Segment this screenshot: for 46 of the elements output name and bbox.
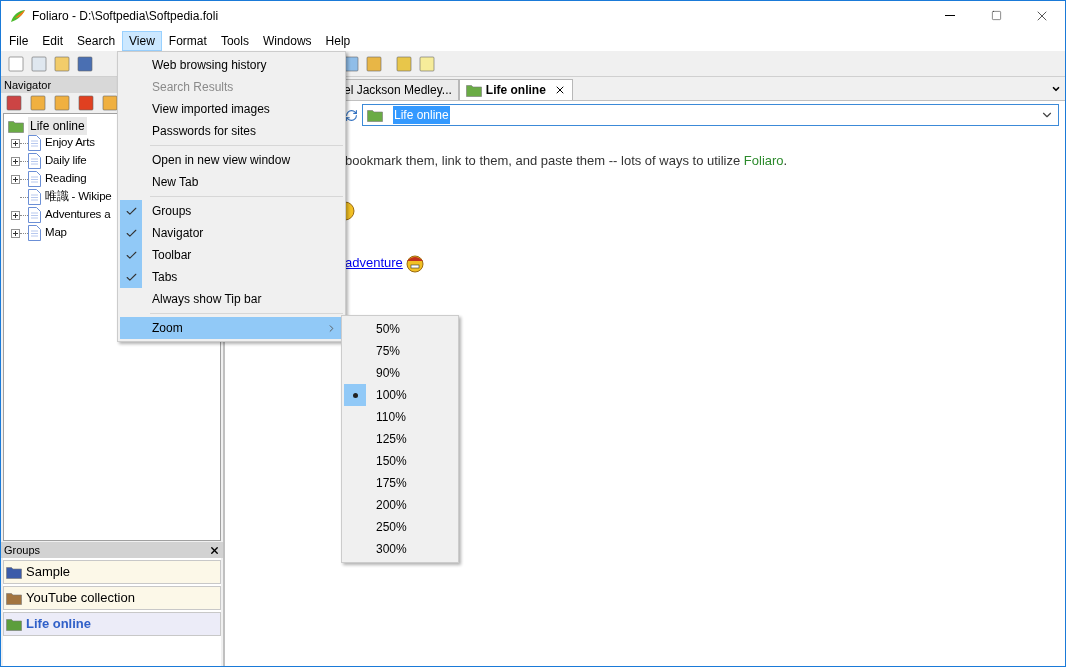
menu-item[interactable]: 150% [344, 450, 456, 472]
group-item[interactable]: YouTube collection [3, 586, 221, 610]
menu-item[interactable]: 50% [344, 318, 456, 340]
group-item[interactable]: Life online [3, 612, 221, 636]
menu-item[interactable]: 250% [344, 516, 456, 538]
menu-item[interactable]: 110% [344, 406, 456, 428]
menu-item[interactable]: Tabs [120, 266, 343, 288]
menu-item[interactable]: New Tab [120, 171, 343, 193]
menu-item[interactable]: 300% [344, 538, 456, 560]
content-sentence: bookmark them, link to them, and paste them -- lots of ways to utilize Foliaro. [345, 152, 789, 170]
menu-item[interactable]: Navigator [120, 222, 343, 244]
tree-item[interactable]: Enjoy Arts [45, 134, 95, 152]
tree-item[interactable]: Adventures a [45, 206, 111, 224]
menu-item[interactable]: Always show Tip bar [120, 288, 343, 310]
tree-item[interactable]: Map [45, 224, 67, 242]
menu-item[interactable]: 100% [344, 384, 456, 406]
menu-item[interactable]: Passwords for sites [120, 120, 343, 142]
menu-item[interactable]: Help [318, 30, 358, 51]
menu-item[interactable]: File [2, 30, 36, 51]
menu-item[interactable]: View imported images [120, 98, 343, 120]
tree-item[interactable]: Daily life [45, 152, 87, 170]
tab[interactable]: Life online [458, 79, 573, 100]
group-item[interactable]: Sample [3, 560, 221, 584]
menu-item[interactable]: Tools [213, 30, 256, 51]
groups-title: Groups [4, 542, 41, 558]
menu-item[interactable]: Web browsing history [120, 54, 343, 76]
menu-item[interactable]: 125% [344, 428, 456, 450]
tree-item[interactable]: 唯識 - Wikipe [45, 188, 112, 206]
menu-item[interactable]: Toolbar [120, 244, 343, 266]
menu-item[interactable]: Search [70, 30, 123, 51]
menu-item[interactable]: Zoom [120, 317, 343, 339]
adventure-link[interactable]: adventure [345, 253, 403, 273]
tree-item[interactable]: Life online [28, 117, 87, 135]
menu-item[interactable]: Open in new view window [120, 149, 343, 171]
menu-item[interactable]: Edit [35, 30, 71, 51]
menu-item[interactable]: 175% [344, 472, 456, 494]
menu-item[interactable]: 75% [344, 340, 456, 362]
window-title: Foliaro - D:\Softpedia\Softpedia.foli [32, 7, 219, 25]
menu-item[interactable]: Windows [255, 30, 319, 51]
tree-item[interactable]: Reading [45, 170, 87, 188]
menu-item[interactable]: 90% [344, 362, 456, 384]
menu-item[interactable]: 200% [344, 494, 456, 516]
menu-item[interactable]: Format [161, 30, 214, 51]
navigator-title: Navigator [4, 77, 52, 93]
menu-item[interactable]: Groups [120, 200, 343, 222]
menu-item[interactable]: View [122, 30, 162, 51]
